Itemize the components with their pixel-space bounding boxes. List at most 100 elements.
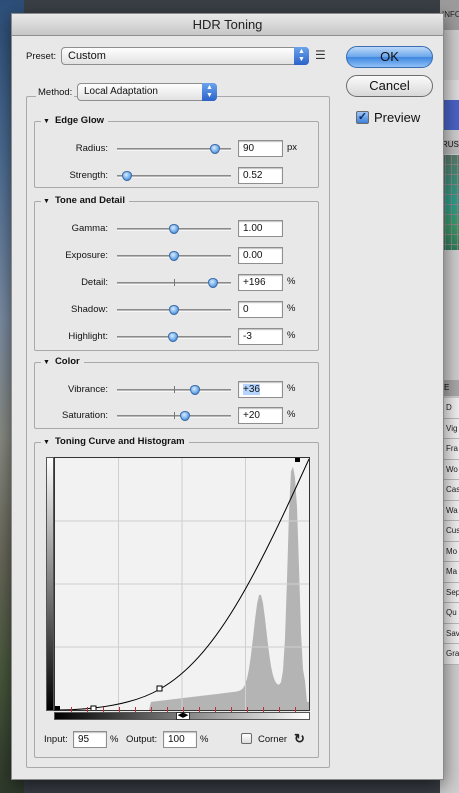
cancel-button[interactable]: Cancel — [346, 75, 433, 97]
curve-point[interactable] — [295, 457, 300, 462]
highlight-unit: % — [287, 330, 296, 341]
actions-list-item[interactable]: Gra — [444, 644, 459, 665]
vibrance-slider-thumb[interactable] — [189, 385, 200, 395]
actions-list-item[interactable]: Ma — [444, 562, 459, 583]
vibrance-center-tick — [174, 386, 175, 393]
radius-unit: px — [287, 142, 298, 153]
actions-list: D Vig Fra Wo Cas Wa Cus Mo Ma Sep Qu Sav Gra — [444, 398, 459, 665]
curve-point[interactable] — [90, 705, 97, 712]
curve-tick-mark — [199, 707, 200, 712]
exposure-label: Exposure: — [65, 250, 108, 261]
actions-list-item[interactable]: Vig — [444, 418, 459, 439]
shadow-label: Shadow: — [71, 304, 108, 315]
curve-tick-mark — [279, 707, 280, 712]
shadow-unit: % — [287, 303, 296, 314]
hdr-toning-dialog: HDR Toning Preset: Custom ▲ ▼ ☰ OK Cancel… — [11, 13, 444, 780]
actions-list-item[interactable]: Cus — [444, 521, 459, 542]
strength-label: Strength: — [69, 170, 108, 181]
toning-curve-graph[interactable] — [54, 457, 310, 712]
detail-unit: % — [287, 276, 296, 287]
method-select[interactable]: Local Adaptation ▲ ▼ — [77, 83, 217, 101]
select-arrows-icon: ▲ ▼ — [294, 47, 309, 65]
preview-checkbox[interactable]: ✓ — [356, 111, 369, 124]
detail-center-tick — [174, 279, 175, 286]
disclosure-triangle-icon: ▼ — [43, 359, 50, 366]
select-arrows-icon: ▲ ▼ — [202, 83, 217, 101]
ok-button[interactable]: OK — [346, 46, 433, 68]
curve-tick-mark — [263, 707, 264, 712]
color-title[interactable]: ▼ Color — [41, 356, 84, 367]
highlight-field[interactable]: -3 — [238, 328, 283, 345]
output-unit: % — [200, 734, 209, 745]
actions-list-item[interactable]: Qu — [444, 603, 459, 624]
actions-list-item[interactable]: D — [444, 398, 459, 419]
reset-curve-icon[interactable]: ↻ — [294, 731, 305, 747]
curve-tick-mark — [71, 707, 72, 712]
saturation-label: Saturation: — [62, 410, 108, 421]
preset-options-menu-icon[interactable]: ☰ — [315, 48, 326, 62]
exposure-field[interactable]: 0.00 — [238, 247, 283, 264]
method-value: Local Adaptation — [84, 86, 158, 97]
curve-tick-mark — [247, 707, 248, 712]
disclosure-triangle-icon: ▼ — [43, 198, 50, 205]
highlight-label: Highlight: — [68, 331, 108, 342]
gamma-field[interactable]: 1.00 — [238, 220, 283, 237]
vibrance-label: Vibrance: — [68, 384, 108, 395]
output-gradient-bar — [46, 457, 54, 711]
disclosure-triangle-icon: ▼ — [43, 439, 50, 446]
curve-tick-mark — [103, 707, 104, 712]
curve-tick-mark — [215, 707, 216, 712]
corner-checkbox[interactable] — [241, 733, 252, 744]
curve-tick-mark — [135, 707, 136, 712]
preview-label: Preview — [374, 110, 421, 125]
preset-select[interactable]: Custom ▲ ▼ — [61, 47, 309, 65]
saturation-unit: % — [287, 409, 296, 420]
input-gradient-bar: ◀▶ — [54, 707, 310, 720]
curve-tick-mark — [183, 707, 184, 712]
curve-svg — [54, 457, 310, 712]
strength-slider[interactable] — [117, 175, 231, 178]
corner-label: Corner — [258, 734, 288, 745]
input-label: Input: — [44, 734, 68, 745]
gamma-label: Gamma: — [71, 223, 108, 234]
disclosure-triangle-icon: ▼ — [43, 118, 50, 125]
actions-list-item[interactable]: Fra — [444, 439, 459, 460]
input-field[interactable]: 95 — [73, 731, 107, 748]
detail-label: Detail: — [81, 277, 108, 288]
dialog-title: HDR Toning — [12, 14, 443, 36]
curve-title[interactable]: ▼ Toning Curve and Histogram — [41, 436, 189, 447]
curve-tick-mark — [167, 707, 168, 712]
method-label: Method: — [36, 87, 75, 98]
detail-field[interactable]: +196 — [238, 274, 283, 291]
edge-glow-title[interactable]: ▼ Edge Glow — [41, 115, 109, 126]
actions-list-item[interactable]: Wo — [444, 459, 459, 480]
output-label: Output: — [126, 734, 158, 745]
preset-label: Preset: — [26, 51, 57, 62]
saturation-field[interactable]: +20 — [238, 407, 283, 424]
curve-point[interactable] — [156, 685, 163, 692]
vibrance-field[interactable]: +36 — [238, 381, 283, 398]
actions-list-item[interactable]: Sav — [444, 623, 459, 644]
midpoint-arrows-icon[interactable]: ◀▶ — [176, 712, 190, 720]
shadow-field[interactable]: 0 — [238, 301, 283, 318]
curve-tick-mark — [151, 707, 152, 712]
tone-detail-title[interactable]: ▼ Tone and Detail — [41, 195, 129, 206]
input-unit: % — [110, 734, 119, 745]
detail-slider-thumb[interactable] — [207, 278, 218, 288]
curve-tick-mark — [119, 707, 120, 712]
radius-field[interactable]: 90 — [238, 140, 283, 157]
curve-tick-mark — [231, 707, 232, 712]
actions-list-item[interactable]: Sep — [444, 582, 459, 603]
actions-list-item[interactable]: Cas — [444, 480, 459, 501]
curve-point[interactable] — [55, 706, 60, 711]
saturation-center-tick — [174, 412, 175, 419]
radius-label: Radius: — [75, 143, 108, 154]
vibrance-unit: % — [287, 383, 296, 394]
curve-tick-mark — [295, 707, 296, 712]
output-field[interactable]: 100 — [163, 731, 197, 748]
preset-value: Custom — [68, 50, 106, 62]
curve-tick-mark — [87, 707, 88, 712]
actions-list-item[interactable]: Mo — [444, 541, 459, 562]
strength-field[interactable]: 0.52 — [238, 167, 283, 184]
actions-list-item[interactable]: Wa — [444, 500, 459, 521]
